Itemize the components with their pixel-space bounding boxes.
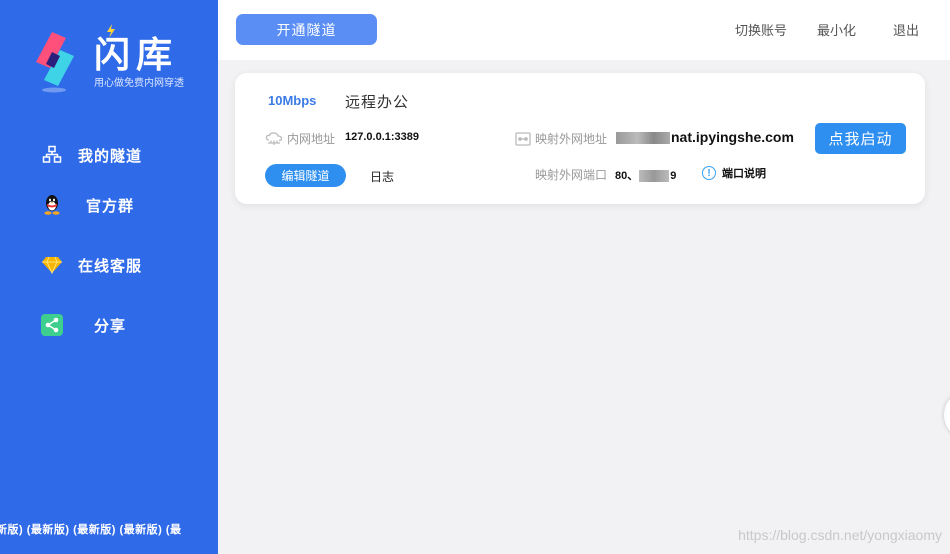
tunnel-name: 远程办公 bbox=[345, 94, 410, 111]
share-icon bbox=[40, 313, 64, 337]
sidebar: 闪库 用心做免费内网穿透 我的隧道 官方群 在线客服 分享 新版) (最新版) … bbox=[0, 0, 218, 554]
sidebar-item-my-tunnels[interactable]: 我的隧道 bbox=[40, 140, 142, 170]
cloud-link-icon bbox=[265, 131, 283, 146]
redacted-subdomain bbox=[616, 132, 670, 145]
tunnel-card: 10Mbps 远程办公 内网地址 127.0.0.1:3389 映射外网地址 n… bbox=[235, 73, 925, 204]
info-icon: ! bbox=[702, 166, 716, 180]
open-tunnel-button[interactable]: 开通隧道 bbox=[236, 14, 377, 45]
sidebar-item-online-service[interactable]: 在线客服 bbox=[40, 250, 142, 280]
app-slogan: 用心做免费内网穿透 bbox=[94, 78, 184, 89]
version-text-cutoff bbox=[60, 546, 180, 552]
public-port-value: 80、 9 bbox=[615, 170, 677, 183]
switch-account-link[interactable]: 切换账号 bbox=[735, 20, 787, 39]
port-help-link[interactable]: ! 端口说明 bbox=[702, 165, 766, 181]
sidebar-item-label: 分享 bbox=[94, 317, 127, 335]
log-link[interactable]: 日志 bbox=[370, 168, 394, 185]
start-tunnel-button[interactable]: 点我启动 bbox=[815, 123, 906, 154]
bandwidth-label: 10Mbps bbox=[268, 93, 317, 108]
lightning-icon bbox=[107, 24, 115, 38]
diamond-icon bbox=[40, 253, 64, 277]
local-address-value: 127.0.0.1:3389 bbox=[345, 131, 420, 143]
tunnel-icon bbox=[40, 143, 64, 167]
floating-handle[interactable] bbox=[944, 395, 950, 435]
logo-icon bbox=[36, 32, 74, 93]
qq-icon bbox=[40, 193, 64, 217]
public-address-value: nat.ipyingshe.com bbox=[616, 129, 794, 145]
public-address-text: 映射外网地址 bbox=[535, 132, 608, 146]
top-bar: 开通隧道 切换账号 最小化 退出 bbox=[218, 0, 950, 60]
sidebar-item-label: 官方群 bbox=[86, 197, 135, 215]
public-port-label: 映射外网端口 bbox=[535, 168, 608, 182]
app-logo: 闪库 用心做免费内网穿透 bbox=[30, 24, 210, 96]
watermark: https://blog.csdn.net/yongxiaomy bbox=[738, 527, 942, 543]
public-address-label: 映射外网地址 bbox=[515, 130, 607, 147]
exit-link[interactable]: 退出 bbox=[893, 20, 919, 39]
network-icon bbox=[515, 131, 531, 146]
sidebar-item-official-group[interactable]: 官方群 bbox=[40, 190, 134, 220]
version-text: 新版) (最新版) (最新版) (最新版) (最 bbox=[0, 524, 182, 536]
sidebar-item-label: 在线客服 bbox=[78, 257, 143, 275]
minimize-link[interactable]: 最小化 bbox=[817, 20, 856, 39]
local-address-text: 内网地址 bbox=[287, 132, 336, 146]
local-address-label: 内网地址 bbox=[265, 130, 335, 147]
edit-tunnel-button[interactable]: 编辑隧道 bbox=[265, 164, 346, 187]
sidebar-item-share[interactable]: 分享 bbox=[40, 310, 126, 340]
redacted-port bbox=[639, 170, 670, 183]
sidebar-item-label: 我的隧道 bbox=[78, 147, 143, 165]
